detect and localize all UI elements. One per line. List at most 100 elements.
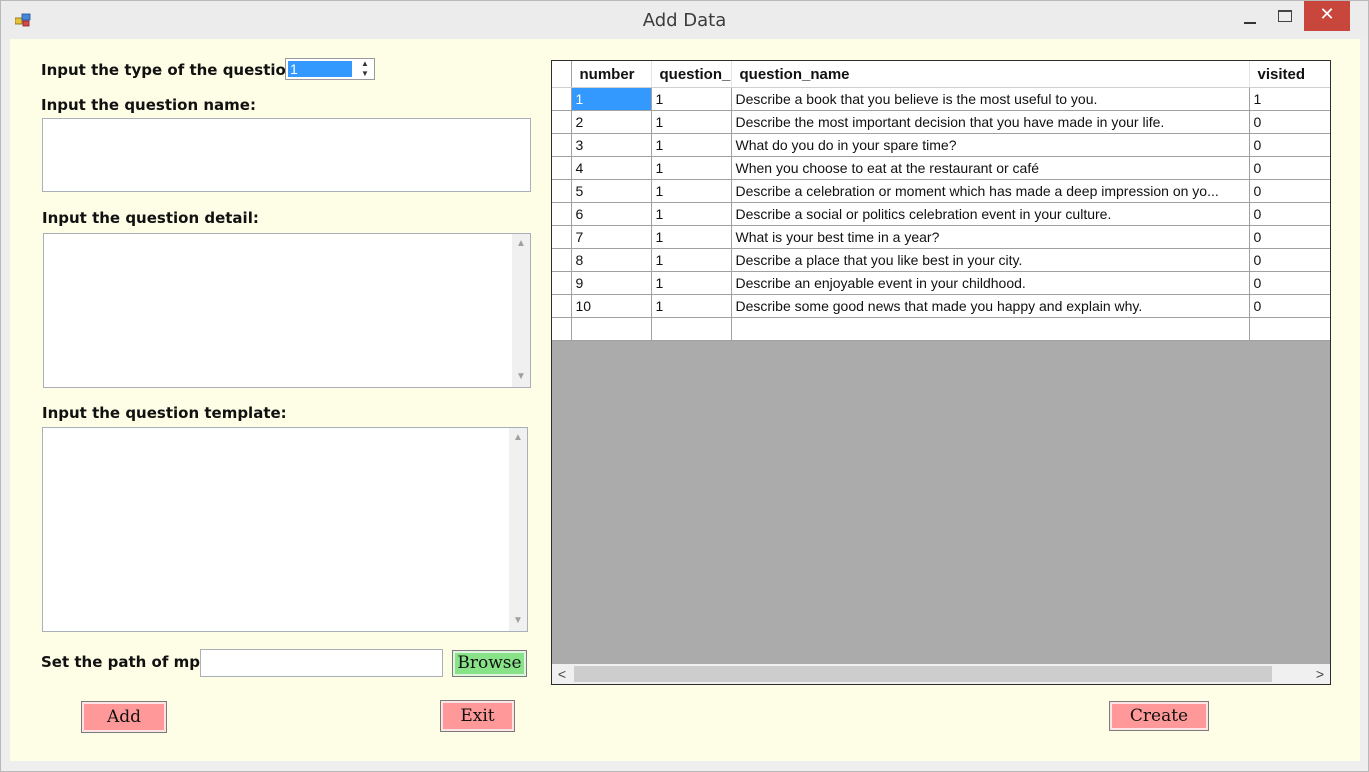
cell-visited[interactable]: 0 <box>1249 179 1330 203</box>
new-row-cell[interactable] <box>1249 317 1330 341</box>
row-header[interactable] <box>552 110 572 134</box>
row-header[interactable] <box>552 271 572 295</box>
cell-question-type[interactable]: 1 <box>651 87 732 111</box>
cell-question-type[interactable]: 1 <box>651 179 732 203</box>
create-button[interactable]: Create <box>1109 701 1209 731</box>
row-header[interactable] <box>552 248 572 272</box>
cell-question-name[interactable]: Describe some good news that made you ha… <box>731 294 1250 318</box>
cell-number[interactable]: 5 <box>571 179 652 203</box>
cell-question-type[interactable]: 1 <box>651 294 732 318</box>
cell-question-type[interactable]: 1 <box>651 225 732 249</box>
cell-question-type[interactable]: 1 <box>651 248 732 272</box>
cell-question-type[interactable]: 1 <box>651 110 732 134</box>
form-client-area: Input the type of the question: 1 ▲ ▼ In… <box>10 39 1360 761</box>
cell-visited[interactable]: 1 <box>1249 87 1330 111</box>
maximize-button[interactable] <box>1269 7 1299 29</box>
new-row-cell[interactable] <box>571 317 652 341</box>
cell-visited[interactable]: 0 <box>1249 156 1330 180</box>
cell-question-name[interactable]: Describe a place that you like best in y… <box>731 248 1250 272</box>
cell-question-name[interactable]: What is your best time in a year? <box>731 225 1250 249</box>
table-row[interactable]: 3 1 What do you do in your spare time? 0 <box>552 133 1330 157</box>
row-header[interactable] <box>552 225 572 249</box>
detail-vertical-scrollbar[interactable]: ▲ ▼ <box>512 234 530 387</box>
spinner-down-icon[interactable]: ▼ <box>356 69 374 79</box>
mp3-path-input[interactable] <box>200 649 443 677</box>
cell-question-name[interactable]: Describe the most important decision tha… <box>731 110 1250 134</box>
new-row[interactable] <box>552 317 1330 341</box>
table-row[interactable]: 9 1 Describe an enjoyable event in your ch… <box>552 271 1330 295</box>
spinner-up-icon[interactable]: ▲ <box>356 59 374 69</box>
cell-question-type[interactable]: 1 <box>651 133 732 157</box>
row-header[interactable] <box>552 133 572 157</box>
minimize-button[interactable] <box>1235 7 1265 29</box>
question-type-spinner[interactable]: 1 ▲ ▼ <box>285 58 375 80</box>
questions-data-grid[interactable]: number question_ question_name visited 1… <box>551 60 1331 685</box>
add-button[interactable]: Add <box>81 701 167 733</box>
cell-number[interactable]: 2 <box>571 110 652 134</box>
question-template-textarea[interactable]: ▲ ▼ <box>42 427 528 632</box>
cell-question-type[interactable]: 1 <box>651 156 732 180</box>
row-header[interactable] <box>552 202 572 226</box>
cell-visited[interactable]: 0 <box>1249 271 1330 295</box>
row-header[interactable] <box>552 317 572 341</box>
table-row[interactable]: 7 1 What is your best time in a year? 0 <box>552 225 1330 249</box>
scroll-down-icon[interactable]: ▼ <box>509 613 527 629</box>
table-row[interactable]: 4 1 When you choose to eat at the restaura… <box>552 156 1330 180</box>
scroll-right-icon[interactable]: > <box>1310 664 1330 684</box>
scroll-left-icon[interactable]: < <box>552 664 572 684</box>
cell-visited[interactable]: 0 <box>1249 248 1330 272</box>
column-header-question-type[interactable]: question_ <box>651 61 732 88</box>
table-row[interactable]: 1 1 Describe a book that you believe is th… <box>552 87 1330 111</box>
question-detail-textarea[interactable]: ▲ ▼ <box>43 233 531 388</box>
question-name-input[interactable] <box>42 118 531 192</box>
row-header[interactable] <box>552 294 572 318</box>
cell-number[interactable]: 1 <box>571 87 652 111</box>
cell-number[interactable]: 9 <box>571 271 652 295</box>
cell-question-type[interactable]: 1 <box>651 202 732 226</box>
template-vertical-scrollbar[interactable]: ▲ ▼ <box>509 428 527 631</box>
new-row-cell[interactable] <box>651 317 732 341</box>
scroll-up-icon[interactable]: ▲ <box>512 236 530 252</box>
new-row-cell[interactable] <box>731 317 1250 341</box>
cell-number[interactable]: 3 <box>571 133 652 157</box>
table-row[interactable]: 8 1 Describe a place that you like best in… <box>552 248 1330 272</box>
cell-visited[interactable]: 0 <box>1249 110 1330 134</box>
row-header[interactable] <box>552 87 572 111</box>
question-template-label: Input the question template: <box>42 404 287 422</box>
cell-number[interactable]: 10 <box>571 294 652 318</box>
cell-number[interactable]: 8 <box>571 248 652 272</box>
table-row[interactable]: 10 1 Describe some good news that made you… <box>552 294 1330 318</box>
cell-visited[interactable]: 0 <box>1249 294 1330 318</box>
cell-question-name[interactable]: When you choose to eat at the restaurant… <box>731 156 1250 180</box>
column-header-question-name[interactable]: question_name <box>731 61 1250 88</box>
grid-horizontal-scrollbar[interactable]: < > <box>552 664 1330 684</box>
table-row[interactable]: 5 1 Describe a celebration or moment which… <box>552 179 1330 203</box>
cell-visited[interactable]: 0 <box>1249 133 1330 157</box>
cell-question-name[interactable]: What do you do in your spare time? <box>731 133 1250 157</box>
cell-visited[interactable]: 0 <box>1249 225 1330 249</box>
table-row[interactable]: 6 1 Describe a social or politics celebrat… <box>552 202 1330 226</box>
row-header[interactable] <box>552 156 572 180</box>
exit-button[interactable]: Exit <box>440 700 515 732</box>
row-header[interactable] <box>552 179 572 203</box>
browse-button[interactable]: Browse <box>452 650 527 677</box>
cell-question-name[interactable]: Describe a social or politics celebratio… <box>731 202 1250 226</box>
question-type-value[interactable]: 1 <box>288 61 352 77</box>
cell-number[interactable]: 7 <box>571 225 652 249</box>
scroll-down-icon[interactable]: ▼ <box>512 369 530 385</box>
scroll-up-icon[interactable]: ▲ <box>509 430 527 446</box>
row-header-corner[interactable] <box>552 61 572 88</box>
table-row[interactable]: 2 1 Describe the most important decision t… <box>552 110 1330 134</box>
cell-question-name[interactable]: Describe a celebration or moment which h… <box>731 179 1250 203</box>
column-header-number[interactable]: number <box>571 61 652 88</box>
column-header-visited[interactable]: visited <box>1249 61 1330 88</box>
title-bar[interactable]: Add Data ✕ <box>1 1 1368 39</box>
cell-visited[interactable]: 0 <box>1249 202 1330 226</box>
cell-question-type[interactable]: 1 <box>651 271 732 295</box>
cell-number[interactable]: 6 <box>571 202 652 226</box>
scrollbar-thumb[interactable] <box>574 666 1272 682</box>
cell-question-name[interactable]: Describe an enjoyable event in your chil… <box>731 271 1250 295</box>
cell-number[interactable]: 4 <box>571 156 652 180</box>
close-button[interactable]: ✕ <box>1304 1 1350 31</box>
cell-question-name[interactable]: Describe a book that you believe is the … <box>731 87 1250 111</box>
